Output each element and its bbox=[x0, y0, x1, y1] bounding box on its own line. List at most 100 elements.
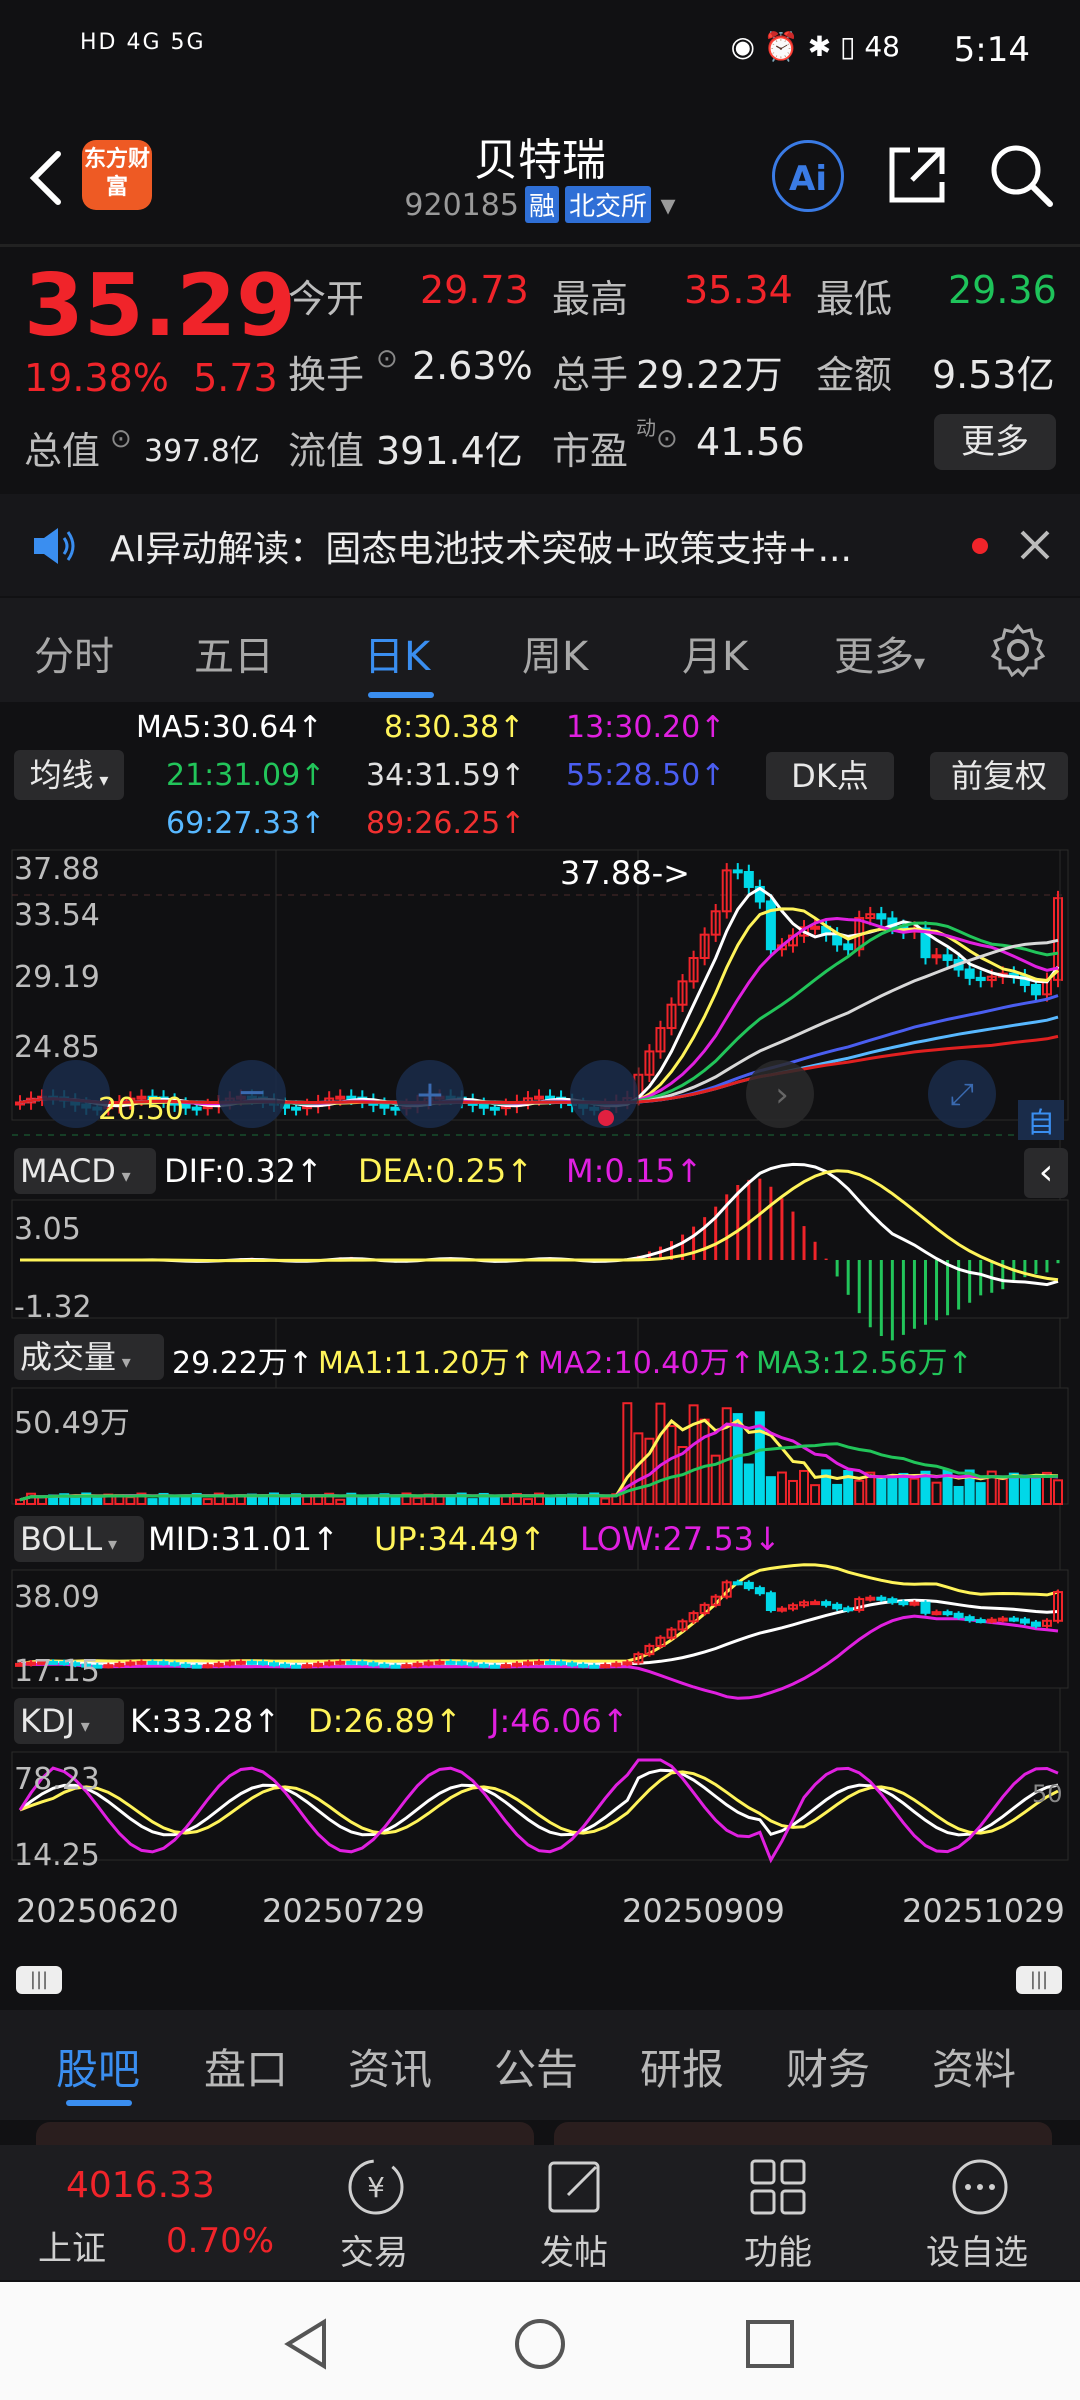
function-button[interactable]: 功能 bbox=[744, 2225, 812, 2274]
active-tab-indicator bbox=[368, 692, 434, 698]
dk-point-button[interactable]: DK点 bbox=[766, 752, 894, 800]
candle-body bbox=[931, 954, 942, 959]
stock-chart-area[interactable]: − + › ⤢ 自 bbox=[0, 840, 1080, 1960]
candle-body bbox=[942, 1611, 953, 1616]
volume-bar bbox=[743, 1463, 754, 1506]
adjust-button[interactable]: 前复权 bbox=[930, 752, 1068, 800]
candle-body bbox=[246, 1660, 257, 1665]
card-preview[interactable] bbox=[36, 2122, 534, 2146]
tab-monthly-k[interactable]: 月K bbox=[682, 624, 748, 682]
tab-5day[interactable]: 五日 bbox=[194, 624, 274, 682]
candle-body bbox=[114, 1662, 125, 1667]
low-label: 最低 bbox=[816, 277, 893, 321]
index-value[interactable]: 4016.33 bbox=[66, 2165, 215, 2206]
volume-selector[interactable]: 成交量 ▾ bbox=[14, 1334, 164, 1380]
tab-financials[interactable]: 财务 bbox=[786, 2036, 870, 2097]
ma-toggle-button[interactable]: 均线 ▾ bbox=[14, 750, 124, 800]
macd-m-value: M:0.15↑ bbox=[566, 1152, 703, 1190]
candle-body bbox=[478, 1103, 489, 1109]
ai-insight-bar[interactable]: AI异动解读：固态电池技术突破+政策支持+... bbox=[0, 494, 1080, 596]
dropdown-icon: ▾ bbox=[660, 188, 676, 223]
volume-bar bbox=[732, 1413, 743, 1506]
nav-recents-icon[interactable] bbox=[744, 2318, 796, 2370]
date-label: 20250729 bbox=[262, 1892, 425, 1930]
candle-body bbox=[611, 1662, 622, 1667]
pe-dynamic-tag: 动 bbox=[636, 416, 656, 440]
event-marker[interactable] bbox=[598, 1110, 614, 1126]
info-icon[interactable]: ⊙ bbox=[110, 424, 132, 454]
post-button[interactable]: 发帖 bbox=[540, 2225, 608, 2274]
tab-more-label: 更多 bbox=[834, 634, 914, 680]
add-watchlist-button[interactable]: 设自选 bbox=[926, 2225, 1028, 2274]
ai-button[interactable]: Ai bbox=[772, 140, 844, 212]
tab-news[interactable]: 资讯 bbox=[348, 2036, 432, 2097]
ai-insight-text: AI异动解读：固态电池技术突破+政策支持+... bbox=[110, 529, 852, 570]
volume-bar bbox=[953, 1485, 964, 1506]
candle-body bbox=[257, 1661, 268, 1666]
range-handle-right[interactable]: ||| bbox=[1016, 1966, 1062, 1994]
trade-button[interactable]: 交易 bbox=[340, 2225, 408, 2274]
tab-announcements[interactable]: 公告 bbox=[494, 2036, 578, 2097]
candle-body bbox=[887, 1598, 898, 1604]
candle-body bbox=[202, 1664, 213, 1669]
boll-mid-value: MID:31.01↑ bbox=[148, 1520, 339, 1558]
tab-stock-forum[interactable]: 股吧 bbox=[56, 2036, 140, 2097]
candle-body bbox=[224, 1661, 235, 1666]
candle-body bbox=[180, 1663, 191, 1668]
kdj-j-value: J:46.06↑ bbox=[490, 1702, 629, 1740]
info-icon[interactable]: ⊙ bbox=[656, 424, 678, 454]
candle-body bbox=[489, 1106, 500, 1111]
info-icon[interactable]: ⊙ bbox=[376, 344, 398, 374]
tab-profile[interactable]: 资料 bbox=[932, 2036, 1016, 2097]
minus-icon: − bbox=[237, 1072, 267, 1113]
share-icon[interactable] bbox=[884, 142, 950, 208]
kline-low-marker: 20.50 bbox=[98, 1092, 184, 1127]
gear-icon[interactable] bbox=[990, 622, 1046, 678]
macd-selector[interactable]: MACD ▾ bbox=[14, 1148, 156, 1194]
tab-more[interactable]: 更多▾ bbox=[834, 624, 925, 682]
close-icon[interactable] bbox=[1018, 528, 1052, 562]
kline-max-marker: 37.88-> bbox=[560, 854, 690, 892]
index-change: 0.70% bbox=[166, 2221, 275, 2261]
volume-ma2-value: MA2:10.40万↑ bbox=[538, 1346, 755, 1381]
more-button[interactable]: 更多 bbox=[934, 414, 1056, 470]
collapse-panel-button[interactable]: ‹ bbox=[1024, 1148, 1068, 1198]
range-handle-left[interactable]: ||| bbox=[16, 1966, 62, 1994]
candle-body bbox=[942, 954, 953, 961]
candle-body bbox=[368, 1662, 379, 1667]
kdj-y-bottom: 14.25 bbox=[14, 1838, 100, 1873]
kdj-name: KDJ bbox=[20, 1702, 76, 1740]
clock: 5:14 bbox=[953, 30, 1030, 70]
volume-bar bbox=[898, 1472, 909, 1505]
turnover-label: 换手 bbox=[288, 353, 365, 397]
card-preview[interactable] bbox=[554, 2122, 1052, 2146]
volume-bar bbox=[357, 1495, 368, 1505]
kdj-50-label: 50 bbox=[1032, 1780, 1063, 1808]
boll-selector[interactable]: BOLL ▾ bbox=[14, 1516, 144, 1562]
volume-bar bbox=[257, 1496, 268, 1505]
signal-indicators: HD 4G 5G bbox=[80, 30, 206, 55]
volume-ma3-value: MA3:12.56万↑ bbox=[756, 1346, 973, 1381]
nav-back-icon[interactable] bbox=[282, 2318, 330, 2370]
post-icon bbox=[548, 2161, 600, 2213]
kdj-selector[interactable]: KDJ ▾ bbox=[14, 1698, 124, 1744]
candle-body bbox=[147, 1660, 158, 1665]
ma13-value: 13:30.20↑ bbox=[566, 710, 726, 745]
candle-body bbox=[302, 1664, 313, 1669]
tab-research[interactable]: 研报 bbox=[640, 2036, 724, 2097]
tab-daily-k[interactable]: 日K bbox=[364, 624, 430, 682]
tab-intraday[interactable]: 分时 bbox=[34, 624, 114, 682]
add-watchlist-icon bbox=[952, 2159, 1008, 2215]
candle-body bbox=[379, 1103, 390, 1109]
candle-body bbox=[600, 1664, 611, 1669]
ma21-value: 21:31.09↑ bbox=[166, 758, 326, 793]
tab-order-book[interactable]: 盘口 bbox=[204, 2036, 288, 2097]
nav-home-icon[interactable] bbox=[512, 2316, 568, 2372]
candle-body bbox=[511, 1662, 522, 1667]
candle-body bbox=[346, 1660, 357, 1665]
search-icon[interactable] bbox=[988, 142, 1054, 208]
candle-body bbox=[1019, 1618, 1030, 1624]
tab-weekly-k[interactable]: 周K bbox=[522, 624, 588, 682]
kline-y-label: 29.19 bbox=[14, 960, 100, 995]
macd-dif-value: DIF:0.32↑ bbox=[164, 1152, 323, 1190]
